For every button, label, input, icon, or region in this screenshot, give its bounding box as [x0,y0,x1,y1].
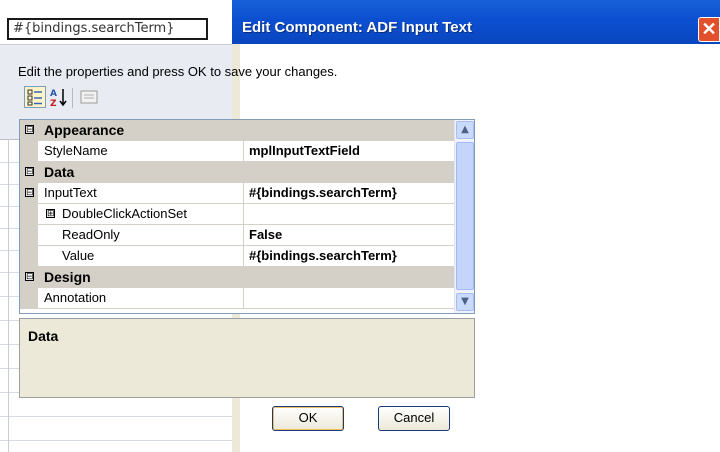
scrollbar-thumb[interactable] [456,142,474,290]
chevron-down-icon: ▼ [461,296,469,307]
chevron-up-icon: ▲ [461,124,469,135]
property-name: StyleName [44,143,108,158]
property-row-annotation[interactable]: Annotation [20,288,454,309]
row-margin [20,225,38,245]
column-separator [243,141,244,161]
category-design[interactable]: ⊟ Design [20,267,454,288]
row-margin [20,204,38,224]
expand-icon[interactable]: ⊞ [46,209,55,218]
toolbar-separator [72,88,73,108]
description-panel: Data [19,318,475,398]
property-row-doubleclickactionset[interactable]: ⊞ DoubleClickActionSet [20,204,454,225]
property-name: Annotation [44,290,107,305]
column-separator [243,288,244,308]
property-value[interactable]: mplInputTextField [249,143,360,158]
column-separator [243,183,244,203]
property-value[interactable]: #{bindings.searchTerm} [249,185,397,200]
svg-text:Z: Z [50,99,57,108]
row-margin [20,246,38,266]
property-value[interactable]: False [249,227,282,242]
scroll-down-button[interactable]: ▼ [456,293,474,311]
description-title: Data [28,328,59,344]
instructions-text: Edit the properties and press OK to save… [18,64,338,79]
property-pages-icon [80,90,98,104]
property-name: Value [62,248,95,263]
column-separator [243,225,244,245]
property-row-readonly[interactable]: ReadOnly False [20,225,454,246]
background-column-line [8,139,9,452]
category-label: Data [44,164,75,180]
categorized-view-icon [27,89,42,106]
category-label: Design [44,269,91,285]
category-data[interactable]: ⊟ Data [20,162,454,183]
property-value[interactable]: #{bindings.searchTerm} [249,248,397,263]
category-appearance[interactable]: ⊟ Appearance [20,120,454,141]
property-grid: ⊟ Appearance StyleName mplInputTextField… [19,119,475,314]
vertical-scrollbar[interactable]: ▲ ▼ [454,120,474,313]
property-name: InputText [44,185,97,200]
ok-button[interactable]: OK [272,406,344,431]
row-margin [20,141,38,161]
svg-text:A: A [50,89,57,99]
alphabetical-sort-icon: A Z [50,89,67,109]
property-pages-button[interactable] [78,86,100,108]
cancel-button[interactable]: Cancel [378,406,450,431]
categorized-view-button[interactable] [24,86,46,108]
property-row-stylename[interactable]: StyleName mplInputTextField [20,141,454,162]
property-row-inputtext[interactable]: ⊟ InputText #{bindings.searchTerm} [20,183,454,204]
dialog-titlebar[interactable]: Edit Component: ADF Input Text ✕ [232,0,720,44]
column-separator [243,204,244,224]
close-icon: ✕ [701,19,717,39]
row-margin [20,288,38,308]
category-label: Appearance [44,122,125,138]
column-separator [243,246,244,266]
collapse-icon[interactable]: ⊟ [25,188,34,197]
background-input-field[interactable]: #{bindings.searchTerm} [7,18,208,40]
property-name: DoubleClickActionSet [62,206,188,221]
background-row-line [0,416,232,417]
collapse-icon[interactable]: ⊟ [25,125,34,134]
background-row-line [0,440,232,441]
property-name: ReadOnly [62,227,120,242]
property-row-value[interactable]: Value #{bindings.searchTerm} [20,246,454,267]
scroll-up-button[interactable]: ▲ [456,121,474,139]
alphabetical-sort-button[interactable]: A Z [48,86,70,109]
property-toolbar: A Z [18,86,138,110]
collapse-icon[interactable]: ⊟ [25,167,34,176]
collapse-icon[interactable]: ⊟ [25,272,34,281]
close-button[interactable]: ✕ [698,17,720,42]
dialog-title: Edit Component: ADF Input Text [242,19,472,36]
